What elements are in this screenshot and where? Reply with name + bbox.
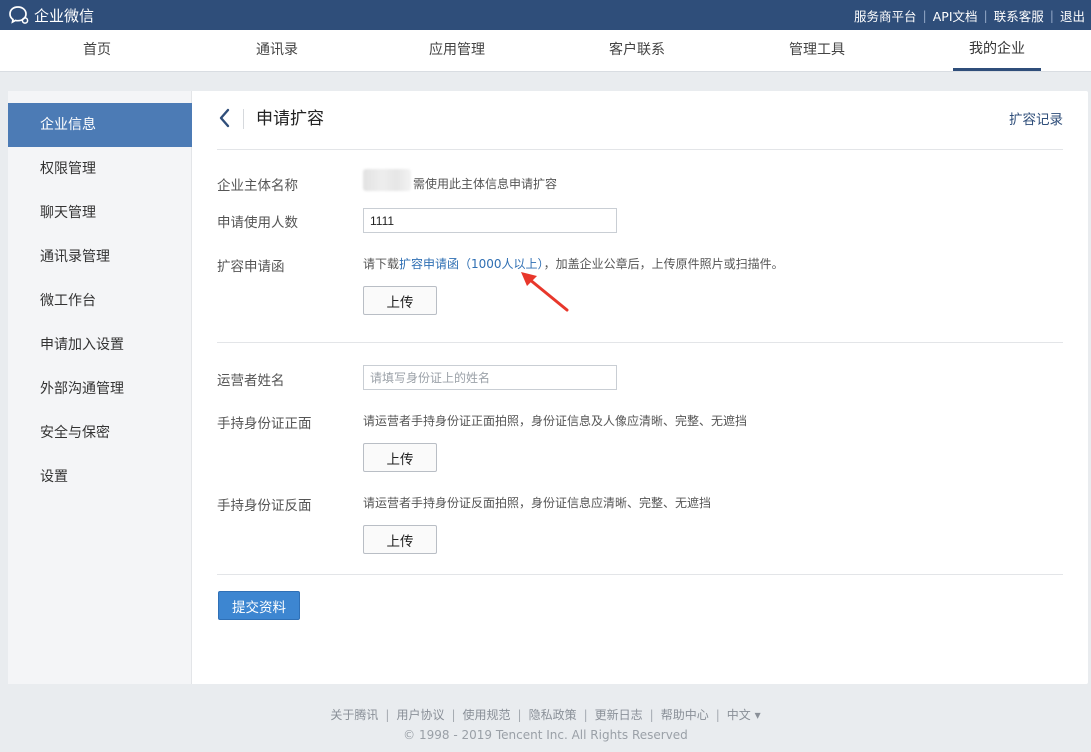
- sidebar-item-security[interactable]: 安全与保密: [8, 411, 192, 455]
- sidebar-item-external[interactable]: 外部沟通管理: [8, 367, 192, 411]
- footer-link-about[interactable]: 关于腾讯: [330, 708, 378, 722]
- letter-download-link[interactable]: 扩容申请函（1000人以上）: [399, 257, 544, 271]
- top-link-support[interactable]: 联系客服: [994, 6, 1044, 25]
- tab-tools[interactable]: 管理工具: [773, 30, 861, 71]
- entity-name-blurred: [363, 169, 411, 191]
- operator-name-label: 运营者姓名: [217, 373, 285, 389]
- sidebar-item-contacts[interactable]: 通讯录管理: [8, 235, 192, 279]
- user-count-label: 申请使用人数: [217, 215, 298, 231]
- main-nav: 首页 通讯录 应用管理 客户联系 管理工具 我的企业: [0, 30, 1091, 72]
- divider: [217, 149, 1063, 150]
- id-back-hint: 请运营者手持身份证反面拍照，身份证信息应清晰、完整、无遮挡: [363, 496, 712, 510]
- tab-contacts[interactable]: 通讯录: [233, 30, 321, 71]
- divider: [217, 342, 1063, 343]
- letter-instruction: 请下载扩容申请函（1000人以上），加盖企业公章后，上传原件照片或扫描件。: [363, 255, 784, 272]
- sidebar-item-permissions[interactable]: 权限管理: [8, 147, 192, 191]
- upload-letter-button[interactable]: 上传: [363, 286, 437, 315]
- content-area: 申请扩容 扩容记录 企业主体名称 需使用此主体信息申请扩容 申请使用人数 扩容申…: [217, 91, 1063, 684]
- expansion-record-link[interactable]: 扩容记录: [1009, 108, 1063, 128]
- entity-name-label: 企业主体名称: [217, 178, 298, 194]
- tab-customers[interactable]: 客户联系: [593, 30, 681, 71]
- user-count-input[interactable]: [363, 208, 617, 233]
- footer-link-privacy[interactable]: 隐私政策: [529, 708, 577, 722]
- footer-links: 关于腾讯 | 用户协议 | 使用规范 | 隐私政策 | 更新日志 | 帮助中心 | 中文 ▾: [0, 706, 1091, 723]
- top-link-provider[interactable]: 服务商平台: [854, 6, 917, 25]
- top-bar: 企业微信 服务商平台 | API文档 | 联系客服 | 退出: [0, 0, 1091, 30]
- divider: |: [983, 7, 988, 23]
- operator-name-input[interactable]: [363, 365, 617, 390]
- top-link-logout[interactable]: 退出: [1060, 6, 1085, 25]
- sidebar-item-chat[interactable]: 聊天管理: [8, 191, 192, 235]
- main-panel: 企业信息 权限管理 聊天管理 通讯录管理 微工作台 申请加入设置 外部沟通管理 …: [8, 91, 1088, 684]
- annotation-arrow-icon: [521, 272, 569, 312]
- sidebar-item-join-settings[interactable]: 申请加入设置: [8, 323, 192, 367]
- sidebar-item-settings[interactable]: 设置: [8, 455, 192, 499]
- divider: |: [715, 708, 720, 722]
- id-front-label: 手持身份证正面: [217, 416, 312, 432]
- page-title: 申请扩容: [256, 109, 324, 129]
- divider: [217, 574, 1063, 575]
- id-front-hint: 请运营者手持身份证正面拍照，身份证信息及人像应清晰、完整、无遮挡: [363, 414, 748, 428]
- footer-link-help[interactable]: 帮助中心: [661, 708, 709, 722]
- divider: [243, 109, 244, 129]
- divider: |: [583, 708, 588, 722]
- brand-name: 企业微信: [34, 6, 95, 25]
- tab-apps[interactable]: 应用管理: [413, 30, 501, 71]
- brand-logo[interactable]: 企业微信: [8, 0, 94, 30]
- tab-my-company[interactable]: 我的企业: [953, 30, 1041, 71]
- tab-home[interactable]: 首页: [53, 30, 141, 71]
- divider: |: [922, 7, 927, 23]
- id-back-label: 手持身份证反面: [217, 498, 312, 514]
- top-links: 服务商平台 | API文档 | 联系客服 | 退出: [854, 0, 1085, 30]
- divider: |: [517, 708, 522, 722]
- letter-prefix: 请下载: [363, 257, 400, 271]
- sidebar: 企业信息 权限管理 聊天管理 通讯录管理 微工作台 申请加入设置 外部沟通管理 …: [8, 91, 192, 684]
- language-select[interactable]: 中文 ▾: [727, 708, 761, 722]
- entity-name-hint: 需使用此主体信息申请扩容: [413, 177, 558, 191]
- divider: |: [649, 708, 654, 722]
- upload-id-front-button[interactable]: 上传: [363, 443, 437, 472]
- upload-id-back-button[interactable]: 上传: [363, 525, 437, 554]
- sidebar-item-company-info[interactable]: 企业信息: [8, 103, 192, 147]
- submit-button[interactable]: 提交资料: [218, 591, 300, 620]
- wecom-logo-icon: [9, 6, 29, 24]
- footer-link-agreement[interactable]: 用户协议: [396, 708, 444, 722]
- copyright: © 1998 - 2019 Tencent Inc. All Rights Re…: [403, 728, 688, 742]
- top-link-api-docs[interactable]: API文档: [933, 6, 978, 25]
- divider: |: [385, 708, 390, 722]
- divider: |: [1049, 7, 1054, 23]
- sidebar-item-workbench[interactable]: 微工作台: [8, 279, 192, 323]
- footer-link-rules[interactable]: 使用规范: [463, 708, 511, 722]
- footer-link-changelog[interactable]: 更新日志: [595, 708, 643, 722]
- letter-suffix: ，加盖企业公章后，上传原件照片或扫描件。: [543, 257, 784, 271]
- letter-label: 扩容申请函: [217, 259, 285, 275]
- chevron-left-icon[interactable]: [217, 107, 233, 129]
- divider: |: [451, 708, 456, 722]
